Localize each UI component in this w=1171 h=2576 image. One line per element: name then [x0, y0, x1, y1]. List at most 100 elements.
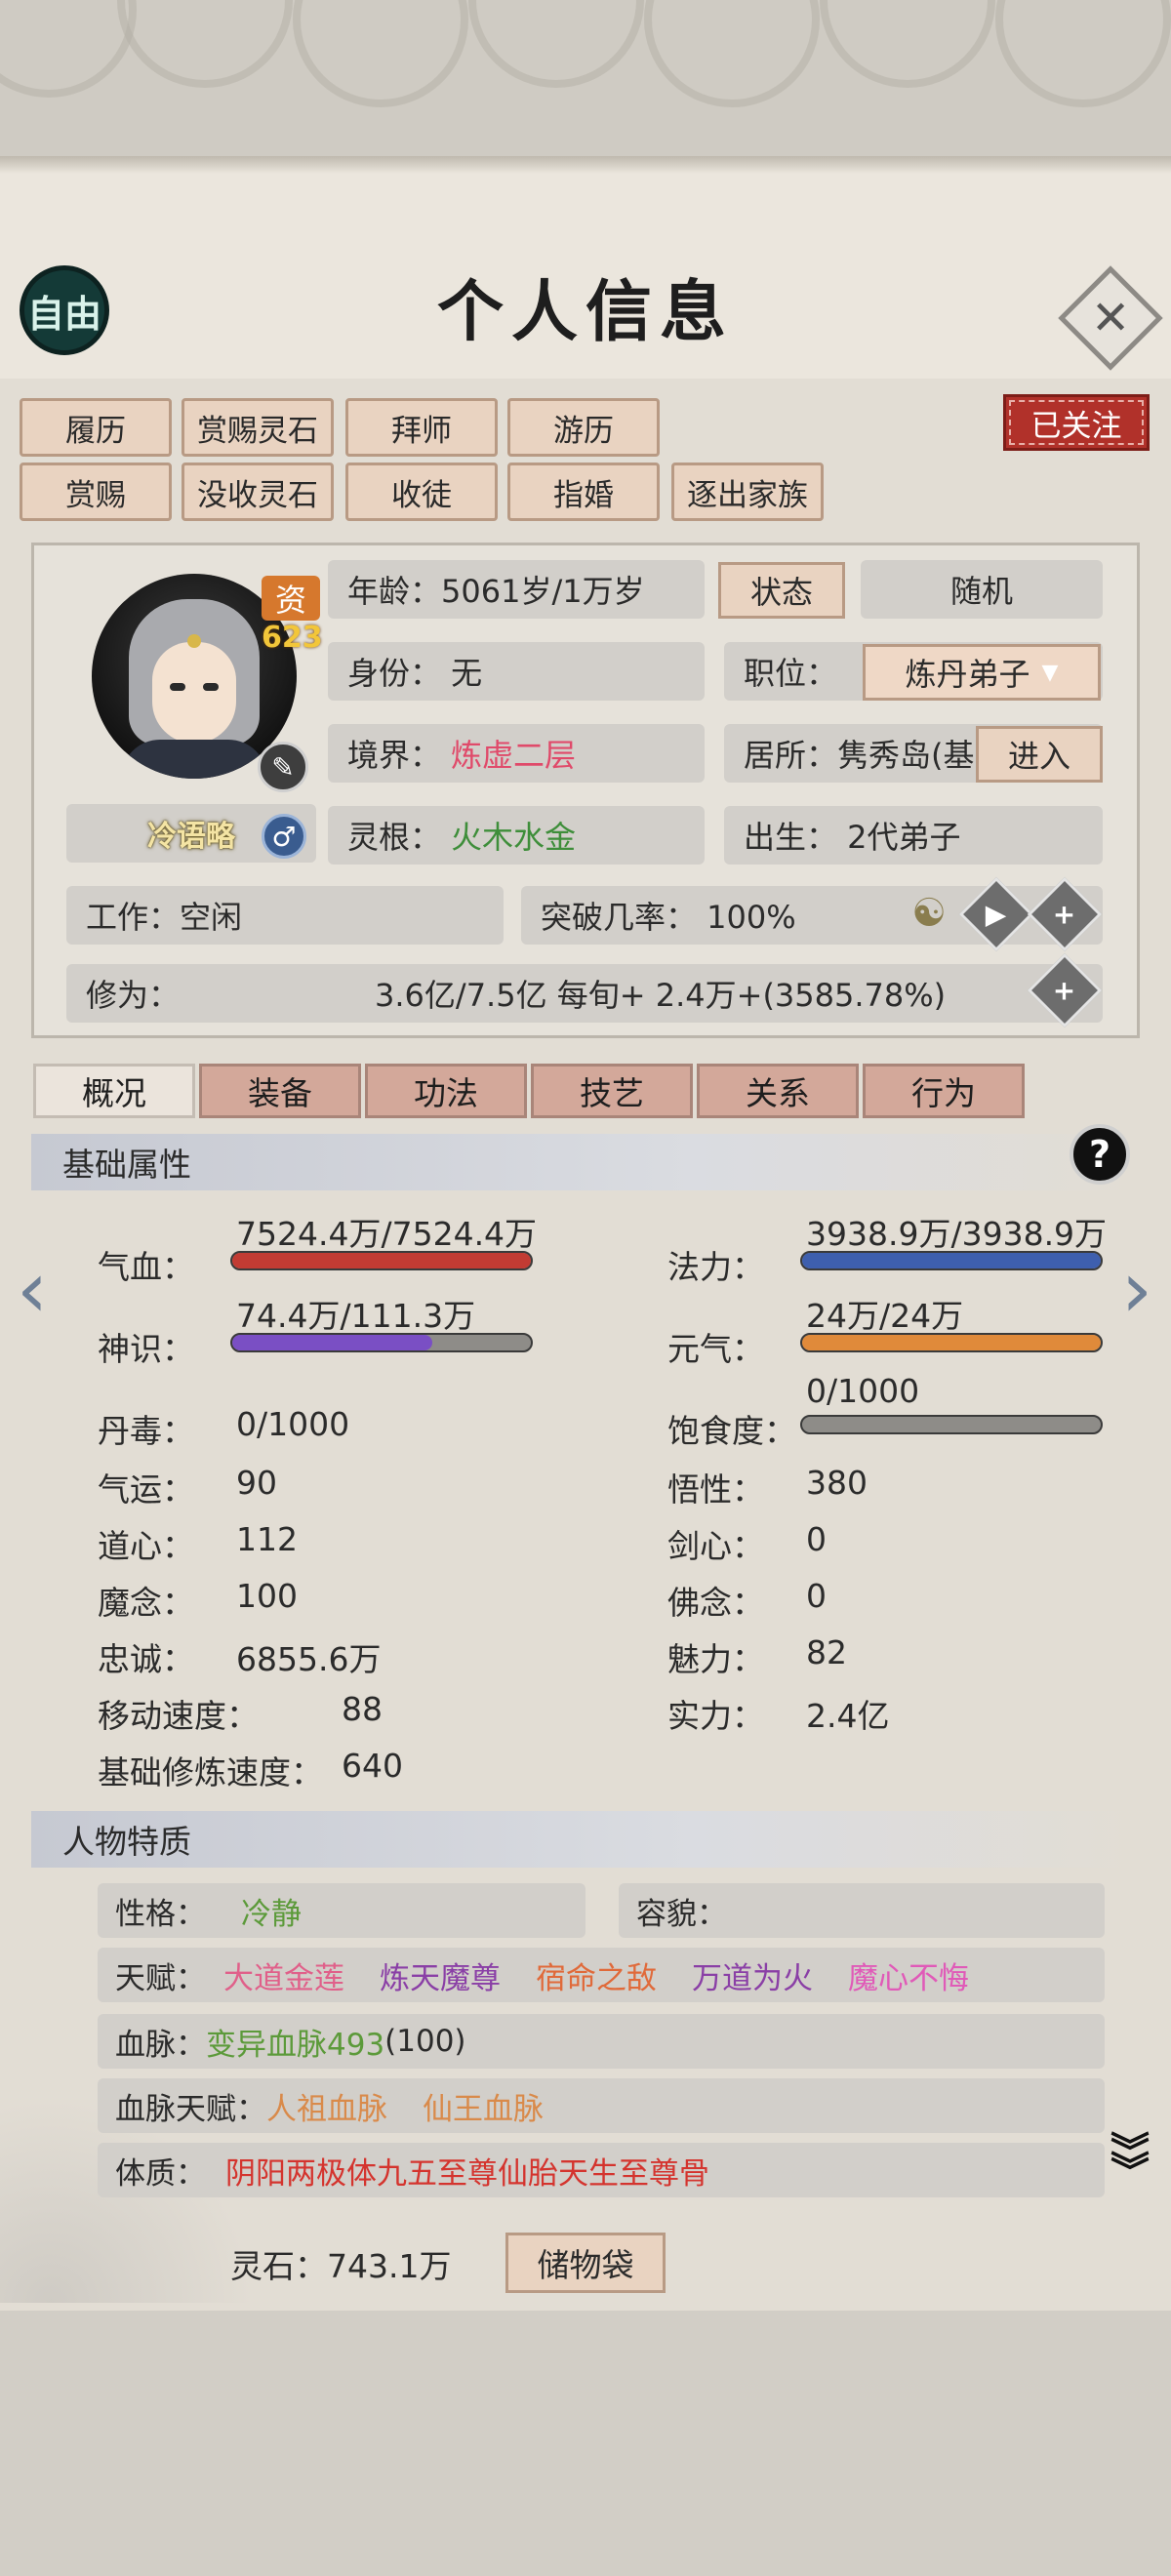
birth-field: 出生： 2代弟子 — [724, 806, 1103, 865]
stat-value: 0 — [806, 1577, 827, 1615]
next-arrow-icon[interactable]: › — [1112, 1251, 1161, 1329]
age-field: 年龄：5061岁/1万岁 — [328, 560, 705, 619]
stat-label: 道心： — [98, 1527, 194, 1565]
mind-bar — [230, 1333, 533, 1352]
hp-label: 气血： — [98, 1248, 194, 1286]
position-select[interactable]: 炼丹弟子 ▼ — [863, 644, 1101, 701]
satiety-bar — [800, 1415, 1103, 1434]
close-button[interactable]: ✕ — [1058, 265, 1163, 371]
stat-value: 640 — [342, 1747, 403, 1785]
hp-value: 7524.4万/7524.4万 — [236, 1215, 538, 1253]
tab-behavior[interactable]: 行为 — [863, 1064, 1025, 1118]
stat-label: 气运： — [98, 1470, 194, 1509]
stat-value: 112 — [236, 1520, 298, 1558]
tab-crafts[interactable]: 技艺 — [531, 1064, 693, 1118]
followed-badge[interactable]: 已关注 — [1003, 394, 1150, 451]
action-expel-button[interactable]: 逐出家族 — [671, 463, 824, 521]
traits-heading: 人物特质 — [31, 1811, 1140, 1868]
satiety-value: 0/1000 — [806, 1372, 920, 1410]
stat-label: 移动速度： — [98, 1697, 259, 1735]
physique-value[interactable]: 阴阳两极体九五至尊仙胎天生至尊骨 — [225, 2149, 709, 2193]
talent-item[interactable]: 炼天魔尊 — [380, 1953, 501, 1997]
mp-label: 法力： — [667, 1248, 764, 1286]
bloodline-talent-item[interactable]: 仙王血脉 — [423, 2084, 544, 2128]
stat-label: 基础修炼速度： — [98, 1753, 323, 1791]
mind-value: 74.4万/111.3万 — [236, 1297, 476, 1335]
previous-arrow-icon[interactable]: ‹ — [8, 1251, 57, 1329]
identity-field: 身份： 无 — [328, 642, 705, 701]
random-button[interactable]: 随机 — [861, 560, 1103, 619]
realm-field: 境界： 炼虚二层 — [328, 724, 705, 783]
talent-item[interactable]: 魔心不悔 — [848, 1953, 969, 1997]
status-button[interactable]: 状态 — [718, 562, 845, 619]
stat-value: 2.4亿 — [806, 1697, 890, 1735]
hp-bar — [230, 1251, 533, 1270]
free-mode-button[interactable]: 自由 — [20, 265, 109, 355]
spirit-stones-count: 灵石：743.1万 — [230, 2247, 452, 2285]
stat-value: 90 — [236, 1464, 277, 1502]
bloodline-value[interactable]: 变异血脉493 — [206, 2020, 384, 2064]
cultivation-field: 修为： 3.6亿/7.5亿 每旬+ 2.4万+(3585.78%) — [66, 964, 1103, 1023]
tab-overview[interactable]: 概况 — [33, 1064, 195, 1118]
bloodline-row: 血脉： 变异血脉493 (100) — [98, 2014, 1105, 2069]
stat-label: 佛念： — [667, 1584, 764, 1622]
action-take-disciple-button[interactable]: 收徒 — [345, 463, 498, 521]
stat-value: 82 — [806, 1633, 847, 1671]
physique-row: 体质： 阴阳两极体九五至尊仙胎天生至尊骨 — [98, 2143, 1105, 2197]
bloodline-talent-item[interactable]: 人祖血脉 — [266, 2084, 387, 2128]
tab-relations[interactable]: 关系 — [697, 1064, 859, 1118]
action-reward-button[interactable]: 赏赐 — [20, 463, 172, 521]
page-title: 个人信息 — [436, 273, 734, 351]
male-icon: ♂ — [262, 814, 306, 859]
action-marriage-button[interactable]: 指婚 — [507, 463, 660, 521]
basic-attributes-heading: 基础属性 — [31, 1134, 1140, 1190]
top-decoration — [0, 0, 1171, 166]
stat-label: 剑心： — [667, 1527, 764, 1565]
action-travel-button[interactable]: 游历 — [507, 398, 660, 457]
chevron-down-icon: ▼ — [1041, 660, 1059, 685]
action-apprentice-button[interactable]: 拜师 — [345, 398, 498, 457]
edit-pen-icon[interactable]: ✎ — [258, 742, 308, 792]
stat-value: 88 — [342, 1690, 383, 1728]
qi-label: 元气： — [667, 1330, 764, 1368]
personality-field: 性格： 冷静 — [98, 1883, 586, 1938]
close-icon: ✕ — [1090, 291, 1131, 345]
stat-value: 100 — [236, 1577, 298, 1615]
storage-bag-button[interactable]: 储物袋 — [505, 2233, 666, 2293]
bloodline-talent-row: 血脉天赋： 人祖血脉 仙王血脉 — [98, 2078, 1105, 2133]
enter-button[interactable]: 进入 — [976, 726, 1103, 783]
stat-label: 魅力： — [667, 1640, 764, 1678]
help-icon[interactable]: ? — [1070, 1124, 1130, 1185]
stat-label: 悟性： — [667, 1470, 764, 1509]
bottom-decoration — [0, 2311, 1171, 2576]
poison-label: 丹毒： — [98, 1412, 194, 1450]
stat-label: 魔念： — [98, 1584, 194, 1622]
mind-label: 神识： — [98, 1330, 194, 1368]
stat-value: 0 — [806, 1520, 827, 1558]
stat-label: 忠诚： — [98, 1640, 194, 1678]
looks-field: 容貌： — [619, 1883, 1105, 1938]
action-history-button[interactable]: 履历 — [20, 398, 172, 457]
talent-row: 天赋： 大道金莲 炼天魔尊 宿命之敌 万道为火 魔心不悔 — [98, 1948, 1105, 2002]
stat-value: 6855.6万 — [236, 1640, 382, 1678]
qi-bar — [800, 1333, 1103, 1352]
tab-equipment[interactable]: 装备 — [199, 1064, 361, 1118]
work-field: 工作：空闲 — [66, 886, 504, 945]
meditate-icon[interactable]: ☯ — [902, 884, 956, 943]
mp-value: 3938.9万/3938.9万 — [806, 1215, 1108, 1253]
poison-value: 0/1000 — [236, 1405, 350, 1443]
stat-label: 实力： — [667, 1697, 764, 1735]
expand-chevron-icon[interactable]: ︾ ︾ — [1101, 2133, 1159, 2215]
aptitude-badge: 资 623 — [262, 576, 323, 655]
satiety-label: 饱食度： — [667, 1412, 796, 1450]
action-gift-stones-button[interactable]: 赏赐灵石 — [182, 398, 334, 457]
stat-value: 380 — [806, 1464, 868, 1502]
talent-item[interactable]: 大道金莲 — [223, 1953, 344, 1997]
action-confiscate-button[interactable]: 没收灵石 — [182, 463, 334, 521]
talent-item[interactable]: 万道为火 — [692, 1953, 813, 1997]
qi-value: 24万/24万 — [806, 1297, 964, 1335]
spirit-root-field: 灵根： 火木水金 — [328, 806, 705, 865]
tab-skills[interactable]: 功法 — [365, 1064, 527, 1118]
mp-bar — [800, 1251, 1103, 1270]
talent-item[interactable]: 宿命之敌 — [536, 1953, 657, 1997]
